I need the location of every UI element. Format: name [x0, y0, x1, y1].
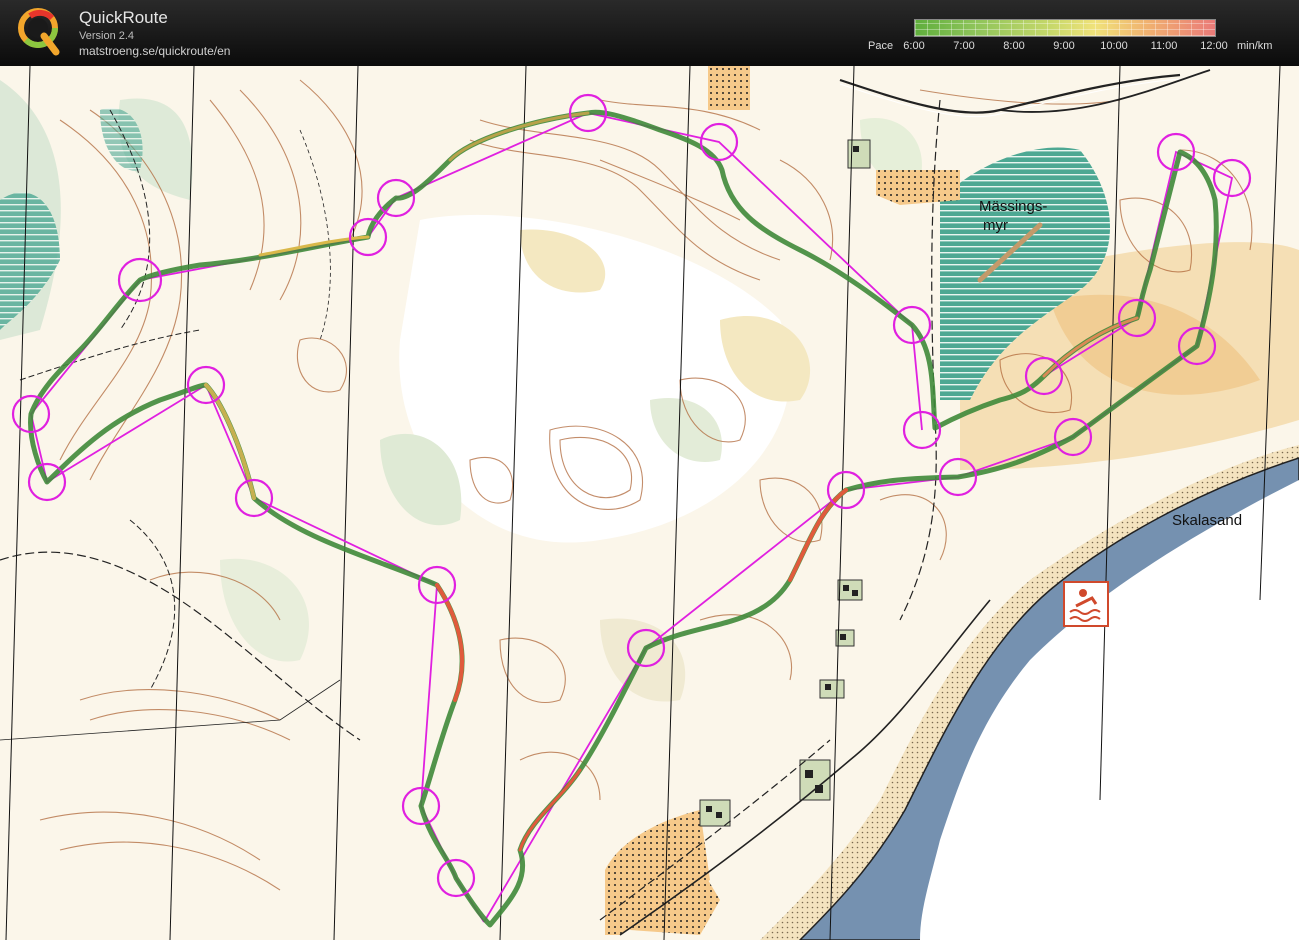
pace-color-scale — [914, 19, 1216, 37]
app-title: QuickRoute — [79, 8, 168, 27]
swimming-symbol — [1063, 581, 1109, 627]
pace-tick: 6:00 — [903, 40, 925, 52]
pace-unit: min/km — [1237, 40, 1273, 52]
beach-name: Skalasand — [1172, 512, 1243, 529]
orienteering-map[interactable]: Mässings- myr Skalasand — [0, 66, 1299, 940]
header-bar: QuickRoute Version 2.4 matstroeng.se/qui… — [0, 0, 1299, 66]
pace-tick: 7:00 — [953, 40, 975, 52]
map-canvas — [0, 66, 1299, 940]
pace-tick: 8:00 — [1003, 40, 1025, 52]
app-url[interactable]: matstroeng.se/quickroute/en — [79, 44, 230, 58]
pace-tick: 10:00 — [1100, 40, 1128, 52]
pace-tick: 11:00 — [1150, 40, 1178, 52]
pace-label: Pace — [868, 40, 894, 52]
marsh-name-line1: Mässings- — [979, 198, 1048, 215]
pace-tick: 12:00 — [1200, 40, 1228, 52]
app-version: Version 2.4 — [79, 30, 135, 42]
pace-tick: 9:00 — [1053, 40, 1075, 52]
marsh-name-line2: myr — [983, 217, 1008, 234]
quickroute-logo — [18, 8, 60, 56]
